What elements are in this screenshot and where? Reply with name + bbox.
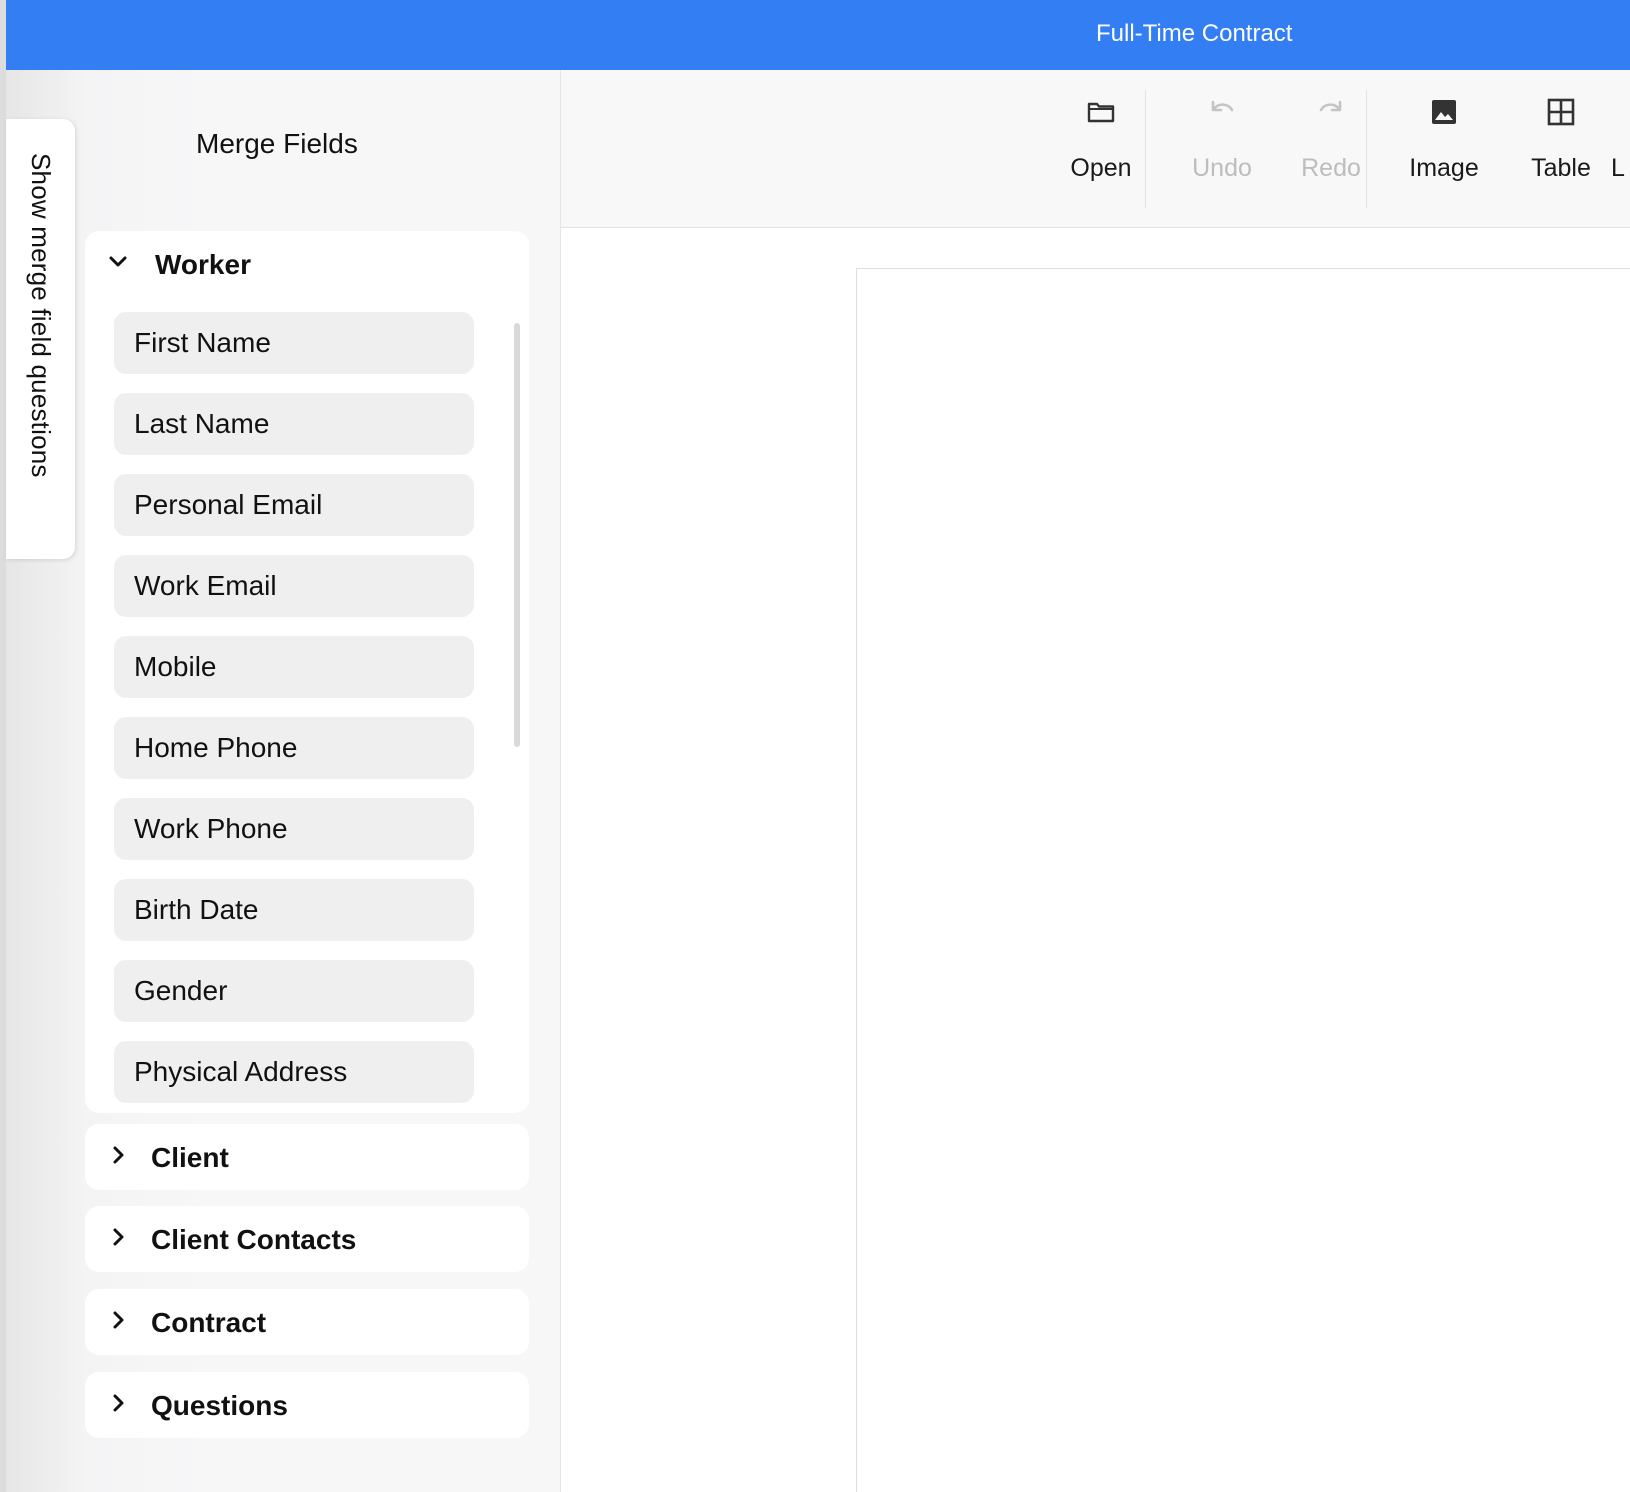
group-label-client: Client [151, 1142, 229, 1173]
group-client-contacts: Client Contacts [85, 1206, 529, 1272]
group-header-questions[interactable]: Questions [85, 1372, 529, 1438]
toolbar-separator [1145, 90, 1146, 208]
truncated-toolbar-label: L [1611, 154, 1625, 182]
document-page[interactable] [856, 268, 1630, 1492]
chevron-right-icon [113, 1311, 124, 1329]
field-home-phone[interactable]: Home Phone [114, 717, 474, 779]
field-first-name[interactable]: First Name [114, 312, 474, 374]
group-worker: Worker First Name Last Name Personal Ema… [85, 231, 529, 1113]
group-contract: Contract [85, 1289, 529, 1355]
group-label-worker: Worker [155, 249, 251, 280]
group-header-client[interactable]: Client [85, 1124, 529, 1190]
app-window: Full-Time Contract Show merge field ques… [0, 0, 1630, 1492]
field-personal-email[interactable]: Personal Email [114, 474, 474, 536]
editor-toolbar: Open Undo Redo Image Table L [561, 70, 1630, 228]
field-mobile[interactable]: Mobile [114, 636, 474, 698]
chevron-down-icon [109, 256, 127, 267]
group-header-contract[interactable]: Contract [85, 1289, 529, 1355]
field-last-name[interactable]: Last Name [114, 393, 474, 455]
group-questions: Questions [85, 1372, 529, 1438]
image-icon [1432, 100, 1456, 124]
field-gender[interactable]: Gender [114, 960, 474, 1022]
chevron-right-icon [113, 1394, 124, 1412]
group-client: Client [85, 1124, 529, 1190]
chevron-right-icon [113, 1146, 124, 1164]
show-merge-field-questions-tab[interactable]: Show merge field questions [6, 119, 75, 559]
worker-scrollbar[interactable] [514, 323, 520, 747]
undo-icon [1211, 100, 1234, 112]
table-icon [1547, 98, 1575, 126]
field-work-phone[interactable]: Work Phone [114, 798, 474, 860]
chevron-right-icon [113, 1228, 124, 1246]
open-label: Open [1070, 154, 1132, 182]
table-label: Table [1531, 154, 1591, 182]
field-birth-date[interactable]: Birth Date [114, 879, 474, 941]
group-label-client-contacts: Client Contacts [151, 1224, 357, 1255]
title-bar: Full-Time Contract [6, 0, 1630, 70]
field-physical-address[interactable]: Physical Address [114, 1041, 474, 1103]
sidebar-title: Merge Fields [196, 128, 358, 159]
toolbar-separator [1366, 90, 1367, 208]
group-header-client-contacts[interactable]: Client Contacts [85, 1206, 529, 1272]
group-label-contract: Contract [151, 1307, 267, 1338]
truncated-toolbar-button[interactable]: L [1611, 70, 1630, 227]
show-merge-field-questions-label: Show merge field questions [26, 153, 56, 478]
redo-icon [1319, 100, 1342, 112]
folder-icon [1087, 102, 1115, 123]
group-header-worker[interactable]: Worker [85, 231, 529, 297]
open-button[interactable]: Open [1031, 70, 1171, 227]
document-title: Full-Time Contract [1096, 20, 1293, 47]
table-button[interactable]: Table [1491, 70, 1630, 227]
group-label-questions: Questions [151, 1390, 288, 1421]
field-work-email[interactable]: Work Email [114, 555, 474, 617]
